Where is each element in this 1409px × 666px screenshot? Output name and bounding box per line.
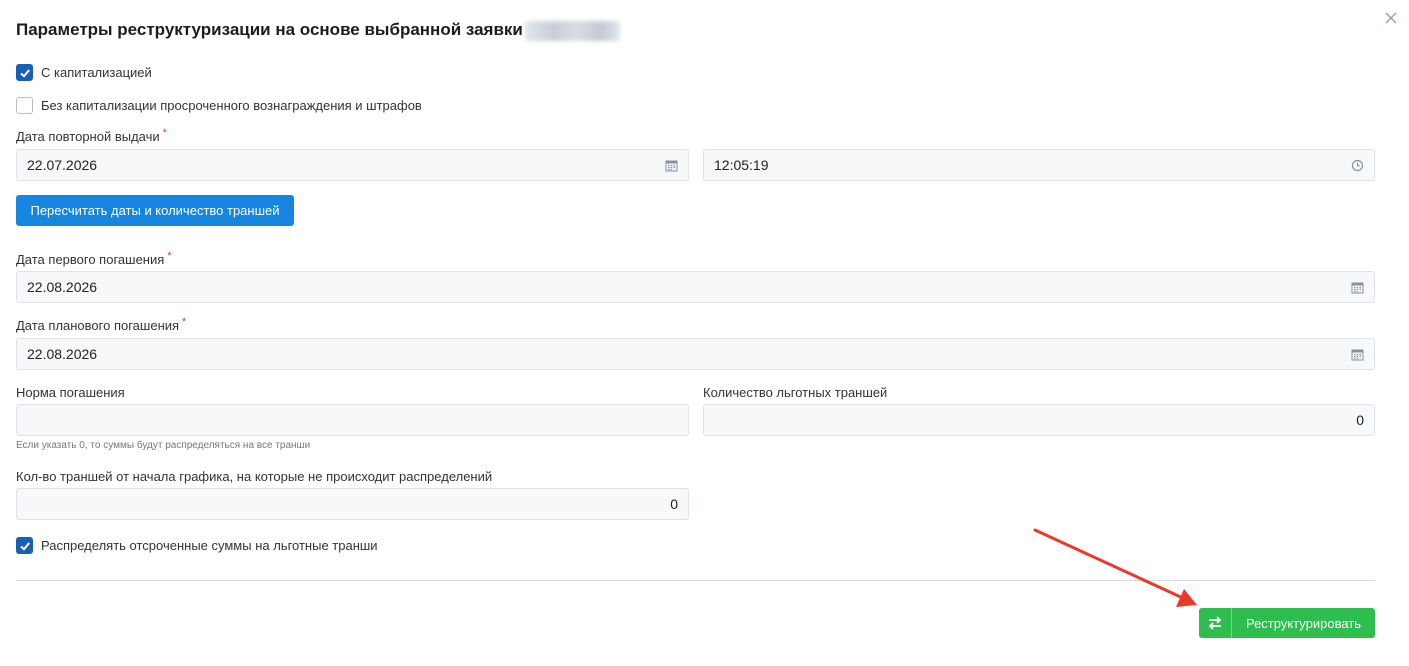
reissue-time-value: 12:05:19 [714,157,769,173]
no-capitalization-checkbox[interactable] [16,97,33,114]
grace-tranches-value: 0 [1356,412,1364,428]
skip-tranches-value: 0 [670,496,678,512]
distribute-deferred-checkbox[interactable] [16,537,33,554]
capitalization-label: С капитализацией [41,65,152,80]
annotation-arrow-icon [1033,528,1197,607]
close-icon[interactable] [1383,10,1399,26]
recalculate-button[interactable]: Пересчитать даты и количество траншей [16,195,294,226]
swap-arrows-icon [1199,608,1232,638]
capitalization-option[interactable]: С капитализацией [16,64,152,81]
restructure-button[interactable]: Реструктурировать [1199,608,1375,638]
repayment-norm-field[interactable] [16,404,689,436]
required-mark: * [167,250,172,262]
clock-icon[interactable] [1351,159,1364,172]
capitalization-checkbox[interactable] [16,64,33,81]
planned-payment-date-field[interactable]: 22.08.2026 [16,338,1375,370]
first-payment-date-label: Дата первого погашения * [16,250,172,267]
required-mark: * [182,316,187,328]
calendar-icon[interactable] [665,159,678,172]
distribute-deferred-option[interactable]: Распределять отсроченные суммы на льготн… [16,537,378,554]
restructure-label: Реструктурировать [1245,615,1362,631]
required-mark: * [162,127,167,139]
reissue-date-value: 22.07.2026 [27,157,98,173]
calendar-icon[interactable] [1351,281,1364,294]
distribute-deferred-label: Распределять отсроченные суммы на льготн… [41,538,378,553]
reissue-date-field[interactable]: 22.07.2026 [16,149,689,181]
reissue-time-field[interactable]: 12:05:19 [703,149,1375,181]
reissue-date-label: Дата повторной выдачи * [16,127,167,144]
planned-payment-date-label: Дата планового погашения * [16,316,187,333]
repayment-norm-hint: Если указать 0, то суммы будут распредел… [16,440,311,451]
check-icon [19,541,30,551]
grace-tranches-field[interactable]: 0 [703,404,1375,436]
redacted-application-id [524,20,620,41]
repayment-norm-label: Норма погашения [16,385,125,400]
skip-tranches-field[interactable]: 0 [16,488,689,520]
no-capitalization-option[interactable]: Без капитализации просроченного вознагра… [16,97,422,114]
skip-tranches-label: Кол-во траншей от начала графика, на кот… [16,469,493,484]
check-icon [19,68,30,78]
dialog-title: Параметры реструктуризации на основе выб… [16,20,620,41]
first-payment-date-value: 22.08.2026 [27,279,98,295]
grace-tranches-label: Количество льготных траншей [703,385,888,400]
planned-payment-date-value: 22.08.2026 [27,346,98,362]
no-capitalization-label: Без капитализации просроченного вознагра… [41,98,422,113]
calendar-icon[interactable] [1351,348,1364,361]
first-payment-date-field[interactable]: 22.08.2026 [16,271,1375,303]
